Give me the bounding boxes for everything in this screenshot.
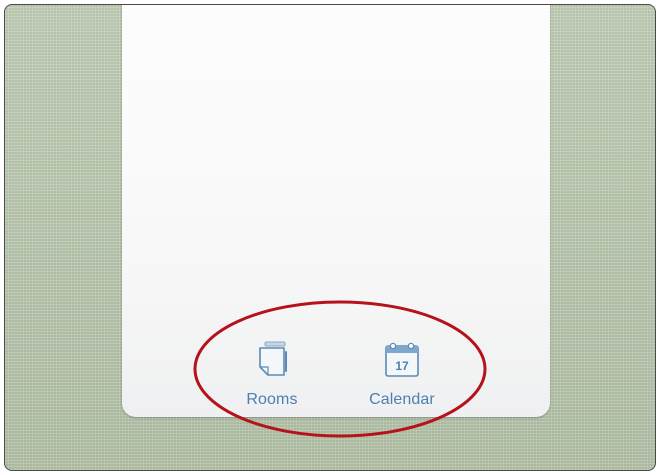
tab-calendar-label: Calendar — [369, 391, 435, 408]
calendar-day: 17 — [395, 359, 409, 373]
tab-rooms[interactable]: Rooms — [222, 337, 322, 409]
tab-bar: Rooms 17 Calendar — [122, 325, 550, 417]
calendar-icon: 17 — [379, 337, 425, 381]
rooms-icon — [249, 337, 295, 381]
tab-rooms-label: Rooms — [246, 391, 298, 408]
tab-calendar[interactable]: 17 Calendar — [352, 337, 452, 409]
screenshot-frame: Rooms 17 Calendar — [4, 4, 656, 471]
